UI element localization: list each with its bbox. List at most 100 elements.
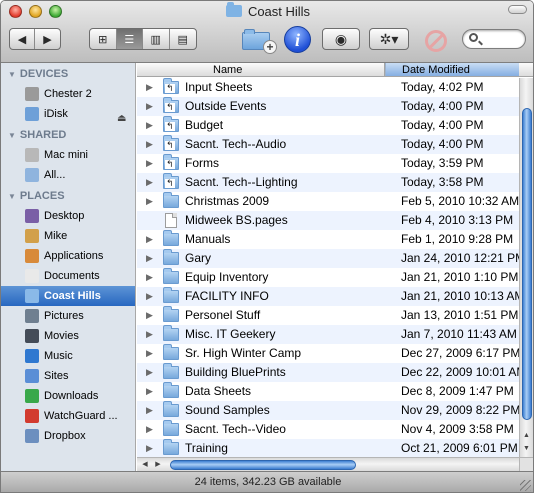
file-date-modified: Today, 4:02 PM — [401, 80, 484, 94]
file-row[interactable]: ▶ Manuals Feb 1, 2010 9:28 PM — [137, 230, 519, 249]
file-date-modified: Dec 8, 2009 1:47 PM — [401, 384, 514, 398]
delete-disabled-icon[interactable] — [425, 30, 447, 52]
file-row[interactable]: ▶ Misc. IT Geekery Jan 7, 2010 11:43 AM — [137, 325, 519, 344]
folder-icon — [163, 287, 179, 303]
file-row[interactable]: ▶ Personel Stuff Jan 13, 2010 1:51 PM — [137, 306, 519, 325]
list-view-button[interactable]: ☰ — [116, 29, 143, 49]
file-row[interactable]: ▶ Building BluePrints Dec 22, 2009 10:01 A… — [137, 363, 519, 382]
sidebar-item-label: Pictures — [44, 310, 84, 322]
toolbar-toggle-button[interactable] — [508, 5, 527, 14]
sidebar-item-dropbox[interactable]: Dropbox — [1, 426, 135, 446]
sidebar-item-applications[interactable]: Applications — [1, 246, 135, 266]
quick-look-button[interactable]: ◉ — [323, 29, 359, 49]
sidebar-item-movies[interactable]: Movies — [1, 326, 135, 346]
get-info-button[interactable]: i — [284, 26, 311, 53]
disclosure-triangle-icon[interactable]: ▶ — [146, 192, 153, 211]
disclosure-triangle-icon[interactable]: ▶ — [146, 173, 153, 192]
file-row[interactable]: ▶ Input Sheets Today, 4:02 PM — [137, 78, 519, 97]
disclosure-triangle-icon[interactable]: ▶ — [146, 97, 153, 116]
sidebar-item-downloads[interactable]: Downloads — [1, 386, 135, 406]
pictures-icon — [25, 309, 39, 323]
icon-view-button[interactable]: ⊞ — [90, 29, 117, 49]
sidebar-item-label: Mike — [44, 230, 68, 242]
eject-icon[interactable]: ⏏ — [117, 109, 126, 129]
back-button[interactable]: ◀ — [10, 29, 35, 49]
file-row[interactable]: ▶ Outside Events Today, 4:00 PM — [137, 97, 519, 116]
sidebar-section-shared[interactable]: ▼ SHARED — [1, 126, 135, 145]
documents-icon — [25, 269, 39, 283]
new-folder-button[interactable]: + — [242, 28, 277, 54]
disclosure-triangle-icon[interactable]: ▶ — [146, 420, 153, 439]
sidebar-item-chester-2[interactable]: Chester 2 — [1, 84, 135, 104]
sidebar-item-pictures[interactable]: Pictures — [1, 306, 135, 326]
disclosure-triangle-icon[interactable]: ▶ — [146, 116, 153, 135]
file-row[interactable]: ▶ FACILITY INFO Jan 21, 2010 10:13 AM — [137, 287, 519, 306]
sidebar-item-label: Mac mini — [44, 149, 89, 161]
file-row[interactable]: ▶ Christmas 2009 Feb 5, 2010 10:32 AM — [137, 192, 519, 211]
sidebar-item-documents[interactable]: Documents — [1, 266, 135, 286]
forward-button[interactable]: ▶ — [35, 29, 60, 49]
sidebar-item-sites[interactable]: Sites — [1, 366, 135, 386]
horizontal-scrollbar[interactable]: ◀ ▶ — [137, 457, 519, 471]
file-date-modified: Jan 21, 2010 1:10 PM — [401, 270, 519, 284]
file-row[interactable]: ▶ Sr. High Winter Camp Dec 27, 2009 6:17 P… — [137, 344, 519, 363]
file-row[interactable]: ▶ Forms Today, 3:59 PM — [137, 154, 519, 173]
disclosure-triangle-icon[interactable]: ▶ — [146, 249, 153, 268]
disclosure-triangle-icon[interactable]: ▼ — [8, 65, 16, 84]
sidebar-item-idisk[interactable]: iDisk ⏏ — [1, 104, 135, 124]
disclosure-triangle-icon[interactable]: ▶ — [146, 135, 153, 154]
disclosure-triangle-icon[interactable]: ▶ — [146, 230, 153, 249]
scroll-down-arrow[interactable]: ▼ — [520, 443, 533, 455]
disclosure-triangle-icon[interactable]: ▼ — [8, 126, 16, 145]
file-row[interactable]: Midweek BS.pages Feb 4, 2010 3:13 PM — [137, 211, 519, 230]
disclosure-triangle-icon[interactable]: ▶ — [146, 401, 153, 420]
name-column-header[interactable]: Name — [213, 63, 242, 77]
search-field[interactable] — [462, 29, 526, 49]
disclosure-triangle-icon[interactable]: ▶ — [146, 78, 153, 97]
disclosure-triangle-icon[interactable]: ▶ — [146, 439, 153, 458]
sidebar-item-desktop[interactable]: Desktop — [1, 206, 135, 226]
scroll-left-arrow[interactable]: ◀ — [139, 458, 151, 471]
sidebar-item-mac-mini[interactable]: Mac mini — [1, 145, 135, 165]
dropbox-icon — [25, 429, 39, 443]
file-row[interactable]: ▶ Equip Inventory Jan 21, 2010 1:10 PM — [137, 268, 519, 287]
file-row[interactable]: ▶ Sacnt. Tech--Audio Today, 4:00 PM — [137, 135, 519, 154]
horizontal-scroll-thumb[interactable] — [170, 460, 356, 470]
vertical-scrollbar[interactable]: ▲ ▼ — [519, 78, 533, 457]
disclosure-triangle-icon[interactable]: ▶ — [146, 268, 153, 287]
sidebar-section-devices[interactable]: ▼ DEVICES — [1, 65, 135, 84]
disclosure-triangle-icon[interactable]: ▶ — [146, 344, 153, 363]
disclosure-triangle-icon[interactable]: ▶ — [146, 325, 153, 344]
sidebar-item-mike[interactable]: Mike — [1, 226, 135, 246]
file-row[interactable]: ▶ Budget Today, 4:00 PM — [137, 116, 519, 135]
file-row[interactable]: ▶ Data Sheets Dec 8, 2009 1:47 PM — [137, 382, 519, 401]
disclosure-triangle-icon[interactable]: ▶ — [146, 363, 153, 382]
file-row[interactable]: ▶ Training Oct 21, 2009 6:01 PM — [137, 439, 519, 458]
disclosure-triangle-icon[interactable]: ▶ — [146, 154, 153, 173]
folder-icon — [163, 268, 179, 284]
disclosure-triangle-icon[interactable]: ▶ — [146, 287, 153, 306]
document-icon — [165, 213, 177, 228]
file-row[interactable]: ▶ Sacnt. Tech--Lighting Today, 3:58 PM — [137, 173, 519, 192]
scroll-right-arrow[interactable]: ▶ — [152, 458, 164, 471]
vertical-scroll-thumb[interactable] — [522, 108, 532, 420]
sidebar-item-all[interactable]: All... — [1, 165, 135, 185]
column-view-button[interactable]: ▥ — [143, 29, 170, 49]
resize-grip[interactable] — [520, 480, 531, 491]
sidebar-section-places[interactable]: ▼ PLACES — [1, 187, 135, 206]
disclosure-triangle-icon[interactable]: ▶ — [146, 382, 153, 401]
sidebar-item-music[interactable]: Music — [1, 346, 135, 366]
file-row[interactable]: ▶ Gary Jan 24, 2010 12:21 PM — [137, 249, 519, 268]
file-row[interactable]: ▶ Sacnt. Tech--Video Nov 4, 2009 3:58 PM — [137, 420, 519, 439]
scroll-up-arrow[interactable]: ▲ — [520, 430, 533, 442]
action-gear-button[interactable]: ✲▾ — [370, 29, 408, 49]
date-modified-column-header[interactable]: Date Modified — [385, 63, 519, 76]
movies-icon — [25, 329, 39, 343]
disclosure-triangle-icon[interactable]: ▼ — [8, 187, 16, 206]
disclosure-triangle-icon[interactable]: ▶ — [146, 306, 153, 325]
sidebar-item-label: Downloads — [44, 390, 99, 402]
sidebar-item-coast-hills[interactable]: Coast Hills — [1, 286, 135, 306]
sidebar-item-watchguard[interactable]: WatchGuard ... — [1, 406, 135, 426]
file-row[interactable]: ▶ Sound Samples Nov 29, 2009 8:22 PM — [137, 401, 519, 420]
coverflow-view-button[interactable]: ▤ — [170, 29, 196, 49]
